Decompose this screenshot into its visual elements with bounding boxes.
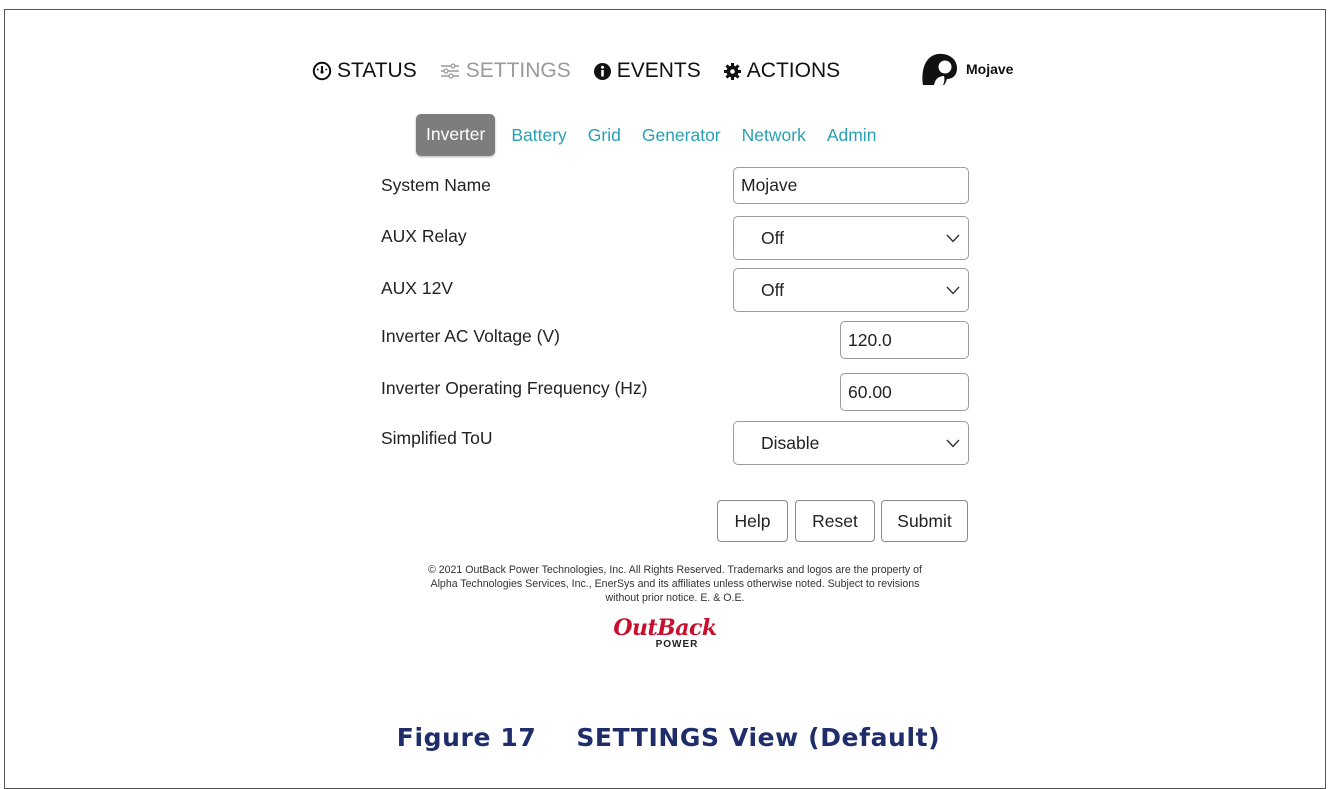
- settings-tabs: Inverter Battery Grid Generator Network …: [416, 114, 897, 156]
- system-name-value: Mojave: [741, 175, 798, 195]
- ac-voltage-label: Inverter AC Voltage (V): [381, 326, 560, 346]
- help-button[interactable]: Help: [717, 500, 788, 542]
- logo-main-text: OutBack: [613, 615, 717, 641]
- copyright-line-2: Alpha Technologies Services, Inc., EnerS…: [430, 578, 920, 590]
- figure-caption: Figure 17 SETTINGS View (Default): [0, 723, 1337, 752]
- tab-inverter[interactable]: Inverter: [416, 114, 496, 156]
- chevron-down-icon: [946, 439, 960, 448]
- tab-network[interactable]: Network: [742, 125, 806, 146]
- chevron-down-icon: [946, 234, 960, 243]
- tab-admin[interactable]: Admin: [827, 125, 877, 146]
- tou-value: Disable: [761, 432, 820, 453]
- frequency-label: Inverter Operating Frequency (Hz): [381, 378, 648, 398]
- figure-number: Figure 17: [396, 723, 537, 752]
- ac-voltage-input[interactable]: 120.0: [840, 321, 969, 359]
- nav-actions-label: ACTIONS: [746, 59, 841, 82]
- aux-relay-value: Off: [761, 227, 785, 248]
- sliders-icon: [440, 63, 459, 79]
- submit-button[interactable]: Submit: [881, 500, 968, 542]
- aux-relay-select[interactable]: Off: [733, 216, 969, 260]
- tab-grid[interactable]: Grid: [588, 125, 621, 146]
- nav-settings[interactable]: SETTINGS: [439, 59, 571, 83]
- tab-battery[interactable]: Battery: [511, 125, 566, 146]
- nav-events-label: EVENTS: [616, 59, 701, 82]
- system-name-input[interactable]: Mojave: [733, 167, 969, 204]
- ac-voltage-value: 120.0: [848, 329, 892, 350]
- copyright-line-1: © 2021 OutBack Power Technologies, Inc. …: [427, 564, 922, 576]
- frequency-input[interactable]: 60.00: [840, 373, 969, 411]
- tab-generator[interactable]: Generator: [642, 125, 721, 146]
- nav-events[interactable]: EVENTS: [593, 59, 701, 83]
- user-profile[interactable]: Mojave: [920, 52, 1013, 86]
- outback-logo: OutBack POWER: [600, 617, 730, 650]
- main-nav: STATUS SETTINGS EVENTS ACTIONS: [312, 56, 862, 86]
- aux-12v-value: Off: [761, 279, 785, 300]
- speedometer-icon: [312, 61, 332, 81]
- tou-label: Simplified ToU: [381, 428, 493, 448]
- figure-title: SETTINGS View (Default): [576, 723, 941, 752]
- copyright-text: © 2021 OutBack Power Technologies, Inc. …: [370, 563, 980, 605]
- user-name: Mojave: [966, 61, 1014, 77]
- info-icon: [593, 62, 611, 80]
- aux-relay-label: AUX Relay: [381, 226, 467, 246]
- user-avatar-icon: [922, 53, 957, 85]
- copyright-line-3: without prior notice. E. & O.E.: [605, 592, 745, 604]
- frequency-value: 60.00: [848, 381, 892, 402]
- aux-12v-select[interactable]: Off: [733, 268, 969, 312]
- chevron-down-icon: [946, 286, 960, 295]
- aux-12v-label: AUX 12V: [381, 278, 453, 298]
- nav-status[interactable]: STATUS: [312, 59, 417, 83]
- tou-select[interactable]: Disable: [733, 421, 969, 465]
- reset-button[interactable]: Reset: [795, 500, 875, 542]
- system-name-label: System Name: [381, 175, 491, 195]
- gear-icon: [723, 62, 741, 80]
- nav-actions[interactable]: ACTIONS: [723, 59, 840, 83]
- nav-settings-label: SETTINGS: [465, 59, 571, 82]
- nav-status-label: STATUS: [337, 59, 417, 82]
